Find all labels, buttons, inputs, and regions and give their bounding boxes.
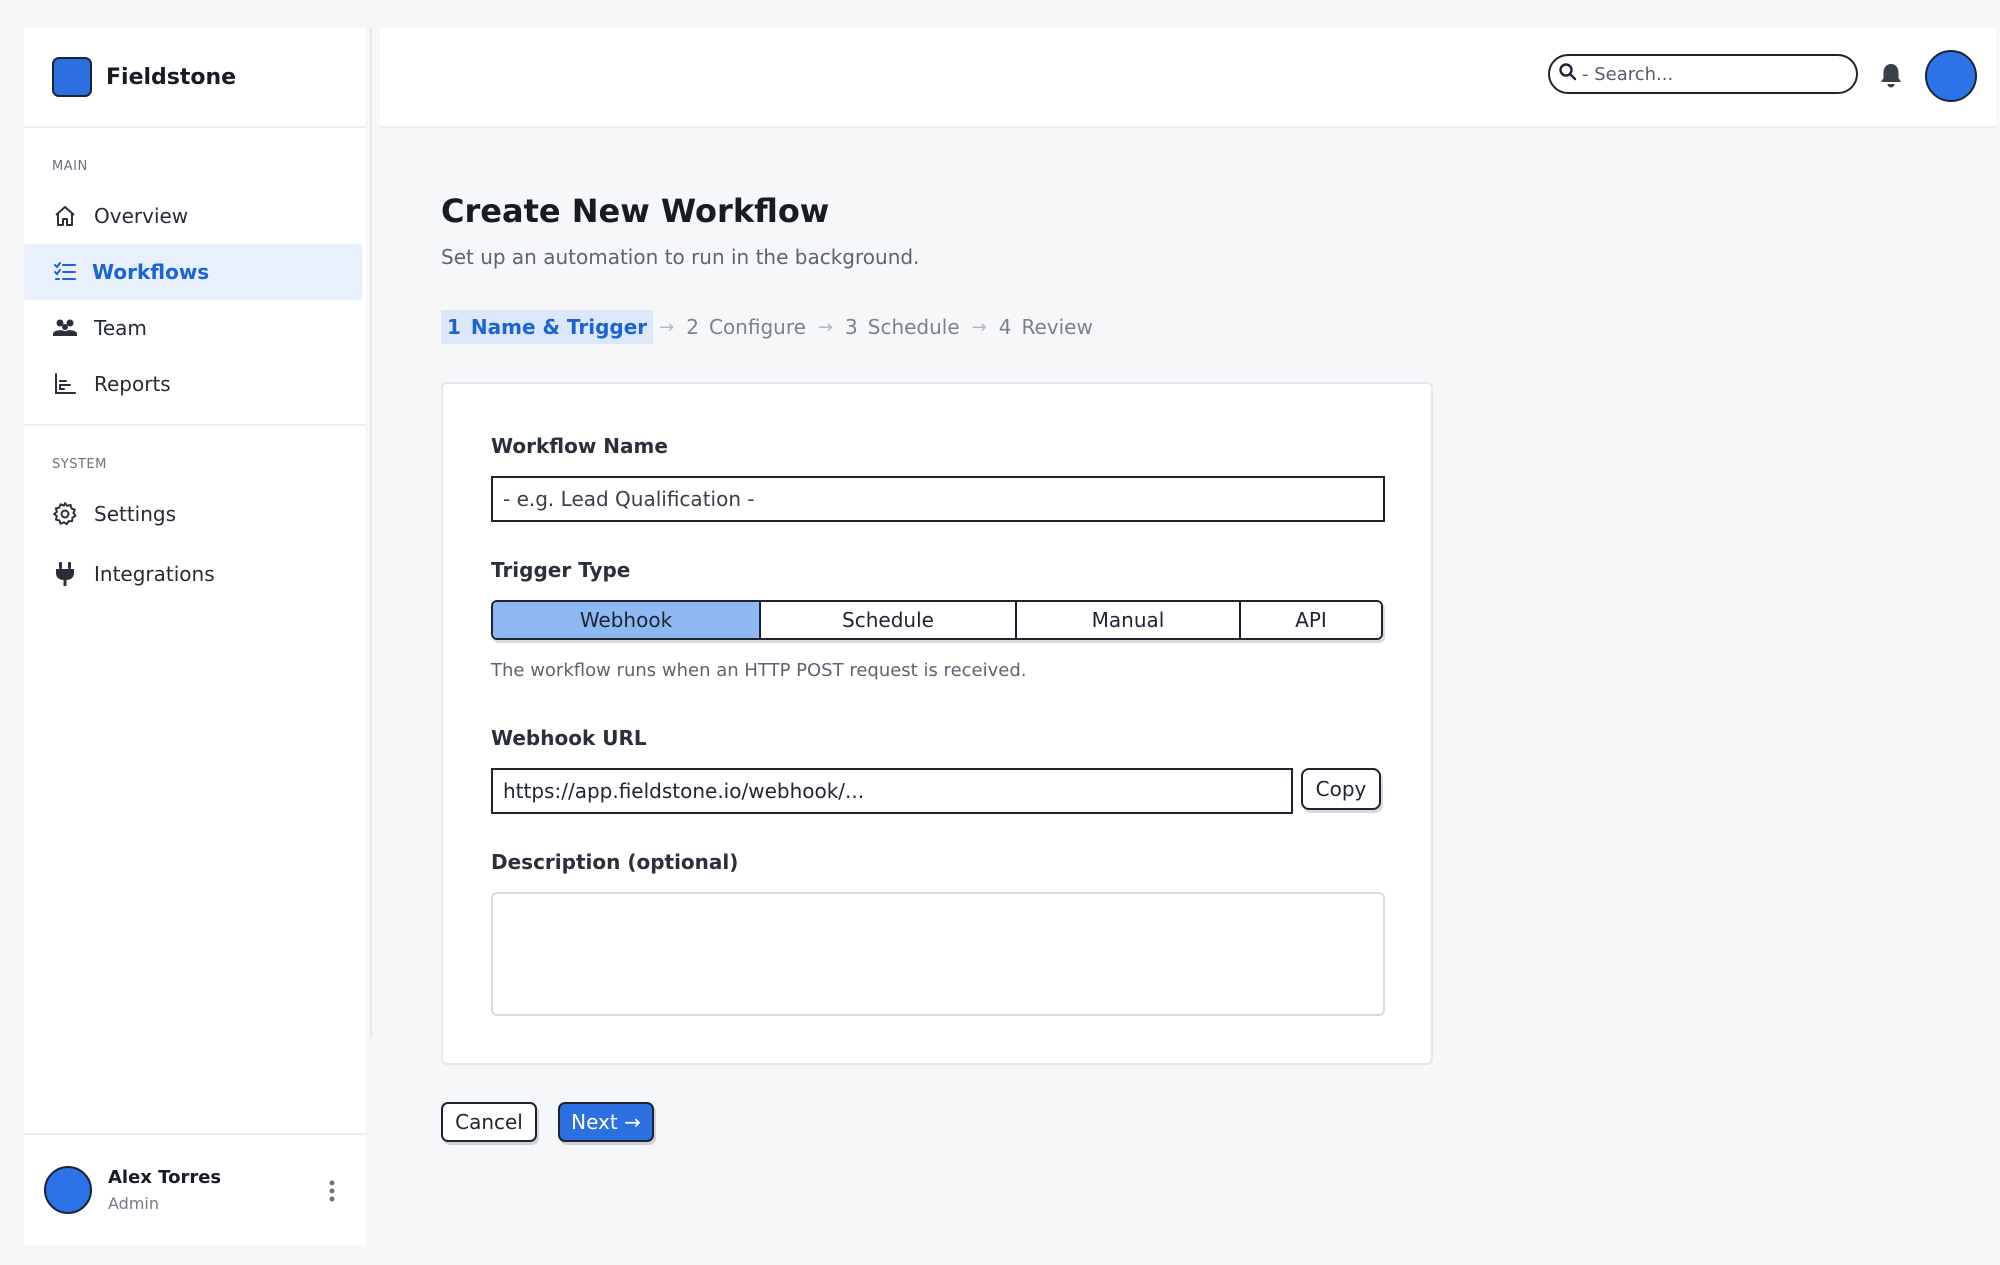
trigger-option-api[interactable]: API (1241, 602, 1381, 638)
user-profile: Alex Torres Admin (24, 1133, 366, 1245)
sidebar-item-overview[interactable]: Overview (24, 188, 362, 244)
sidebar-item-workflows[interactable]: Workflows (24, 244, 362, 300)
search-box[interactable] (1548, 54, 1858, 94)
step-review[interactable]: 4 Review (993, 310, 1099, 344)
search-input[interactable] (1582, 63, 1842, 85)
avatar[interactable] (44, 1166, 92, 1214)
description-label: Description (optional) (491, 850, 739, 874)
step-schedule[interactable]: 3 Schedule (839, 310, 966, 344)
sidebar-item-reports[interactable]: Reports (24, 356, 362, 412)
sidebar-item-label: Workflows (92, 260, 210, 284)
sidebar-item-team[interactable]: Team (24, 300, 362, 356)
trigger-help-text: The workflow runs when an HTTP POST requ… (491, 660, 1027, 681)
brand-logo (52, 57, 92, 97)
nav-section-system-label: SYSTEM (52, 457, 107, 472)
brand-name: Fieldstone (106, 64, 237, 90)
sidebar-item-label: Settings (94, 502, 177, 526)
sidebar-item-label: Overview (94, 204, 189, 228)
sidebar-divider (370, 28, 372, 1038)
step-label: Name & Trigger (470, 315, 648, 339)
cancel-button[interactable]: Cancel (441, 1102, 537, 1142)
stepper: 1 Name & Trigger → 2 Configure → 3 Sched… (441, 310, 1099, 344)
trigger-option-schedule[interactable]: Schedule (761, 602, 1017, 638)
trigger-type-label: Trigger Type (491, 558, 631, 582)
trigger-option-manual[interactable]: Manual (1017, 602, 1241, 638)
description-textarea[interactable] (491, 892, 1385, 1016)
page-subtitle: Set up an automation to run in the backg… (441, 245, 920, 269)
workflow-name-input[interactable] (491, 476, 1385, 522)
sidebar-item-integrations[interactable]: Integrations (24, 544, 362, 604)
avatar[interactable] (1925, 50, 1977, 102)
search-icon (1558, 62, 1578, 86)
sidebar-item-settings[interactable]: Settings (24, 484, 362, 544)
user-name: Alex Torres (108, 1167, 222, 1188)
nav-section-main-label: MAIN (52, 159, 88, 174)
kebab-menu-icon[interactable] (328, 1179, 336, 1203)
workflow-form-card: Workflow Name Trigger Type Webhook Sched… (441, 382, 1433, 1065)
webhook-url-label: Webhook URL (491, 726, 647, 750)
step-number: 3 (845, 315, 858, 339)
step-number: 1 (447, 315, 461, 339)
webhook-url-input[interactable] (491, 768, 1293, 814)
top-bar (380, 28, 1996, 128)
sidebar-item-label: Integrations (94, 562, 215, 586)
home-icon (52, 203, 78, 229)
step-configure[interactable]: 2 Configure (680, 310, 812, 344)
bell-icon[interactable] (1878, 62, 1904, 90)
trigger-option-webhook[interactable]: Webhook (493, 602, 761, 638)
copy-button[interactable]: Copy (1301, 768, 1381, 810)
gear-icon (52, 501, 78, 527)
step-label: Configure (708, 315, 806, 339)
step-arrow-icon: → (817, 316, 834, 338)
brand: Fieldstone (24, 28, 366, 128)
step-arrow-icon: → (659, 316, 675, 338)
step-label: Schedule (867, 315, 960, 339)
step-arrow-icon: → (971, 316, 987, 338)
bar-chart-icon (52, 371, 78, 397)
sidebar-item-label: Team (94, 316, 147, 340)
page-title: Create New Workflow (441, 192, 830, 230)
sidebar: Fieldstone MAIN Overview Workflows Team … (24, 28, 366, 1245)
step-number: 4 (998, 315, 1012, 339)
sidebar-item-label: Reports (94, 372, 171, 396)
user-role: Admin (108, 1194, 159, 1213)
workflow-name-label: Workflow Name (491, 434, 668, 458)
checklist-icon (52, 259, 78, 285)
step-name-trigger[interactable]: 1 Name & Trigger (441, 310, 654, 344)
step-label: Review (1021, 315, 1093, 339)
next-button[interactable]: Next → (558, 1102, 654, 1142)
step-number: 2 (686, 315, 699, 339)
trigger-type-segmented-control: Webhook Schedule Manual API (491, 600, 1383, 640)
users-icon (52, 315, 78, 341)
plug-icon (52, 561, 78, 587)
